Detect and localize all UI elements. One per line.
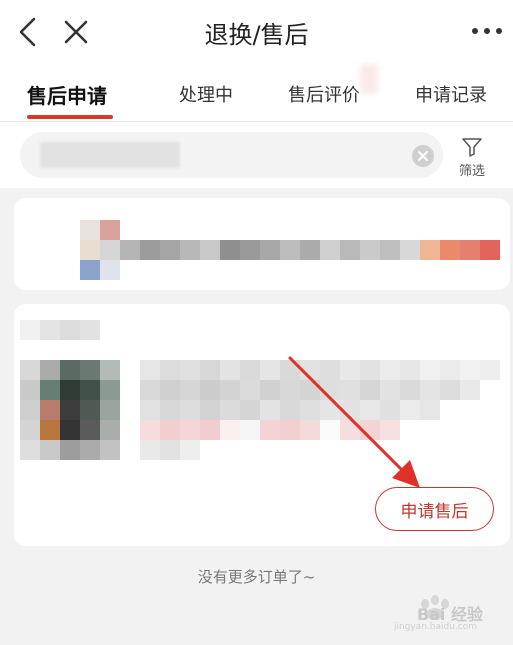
blurred-store-name [20,320,100,340]
blurred-product-image [20,360,120,460]
more-dots-icon [472,28,502,34]
clear-icon [418,151,428,161]
page-title: 退换/售后 [204,21,309,49]
tab-apply-records[interactable]: 申请记录 [415,81,487,107]
blur-artifact [360,64,378,94]
active-tab-indicator [27,115,113,119]
search-text-blurred [40,142,180,168]
clear-button[interactable] [412,145,434,167]
blurred-product-qty [140,440,200,460]
tab-after-sale-review[interactable]: 售后评价 [288,81,360,107]
order-card-blurred[interactable] [14,198,510,290]
blurred-product-thumb [80,220,120,240]
annotation-arrow-icon [288,356,420,488]
tab-after-sale-apply[interactable]: 售后申请 [27,80,107,109]
tab-bar: 售后申请 处理中 售后评价 申请记录 [0,64,513,122]
no-more-orders-text: 没有更多订单了~ [197,568,316,586]
funnel-icon [462,138,482,157]
filter-button[interactable]: 筛选 [452,136,492,180]
search-bar-row: 筛选 [0,122,513,188]
blurred-order-info [80,240,500,260]
watermark-url: jingyan.baidu.com [393,622,477,632]
blurred-order-extra [80,260,120,280]
tab-processing[interactable]: 处理中 [179,81,233,107]
more-button[interactable] [469,18,505,44]
top-navigation-bar: 退换/售后 [0,0,513,64]
filter-label: 筛选 [458,164,485,179]
